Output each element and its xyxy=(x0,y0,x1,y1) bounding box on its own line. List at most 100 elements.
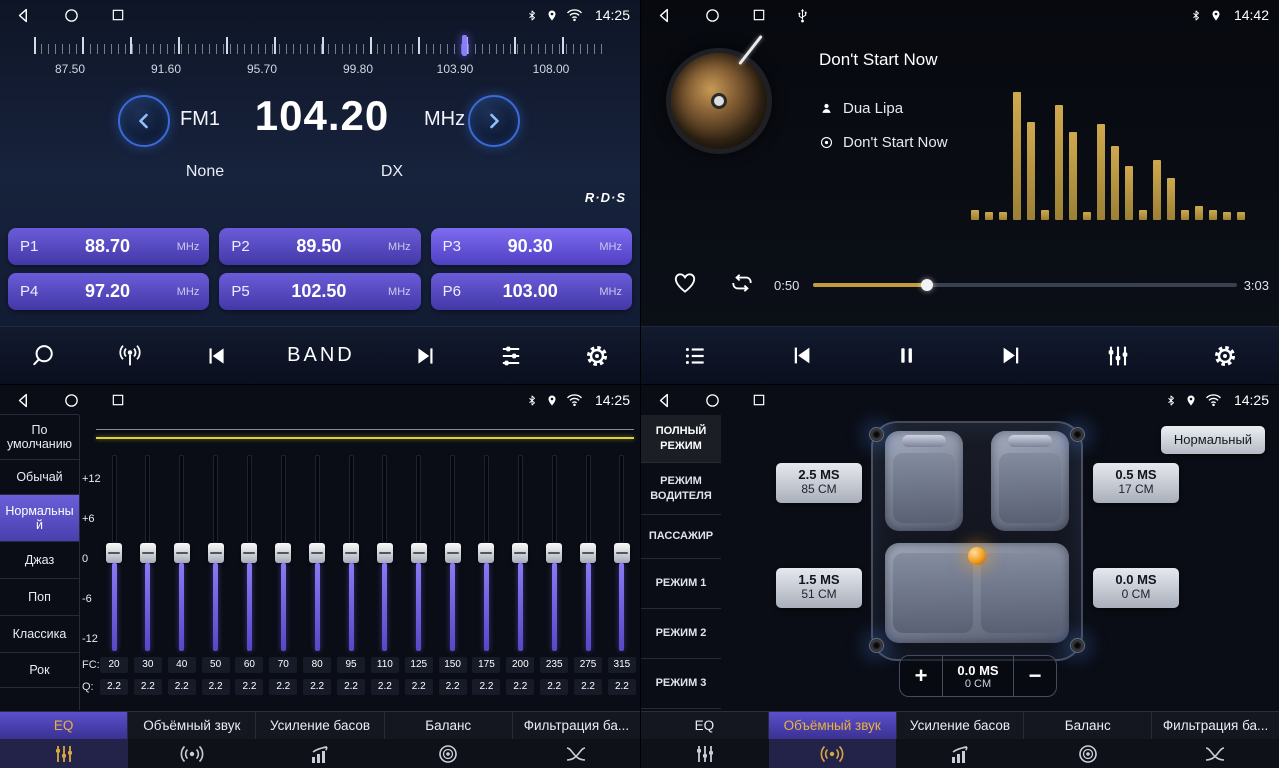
mode-passenger[interactable]: ПАССАЖИР xyxy=(641,515,721,559)
scan-icon[interactable] xyxy=(29,342,57,370)
mode-2[interactable]: РЕЖИМ 2 xyxy=(641,609,721,659)
broadcast-icon[interactable] xyxy=(115,342,145,370)
mixer-icon[interactable] xyxy=(1104,342,1132,370)
band-button[interactable]: BAND xyxy=(287,344,355,367)
tab-balance[interactable]: Баланс xyxy=(1024,712,1152,739)
favorite-heart-icon[interactable] xyxy=(671,270,699,301)
tab-surround-sound[interactable]: Объёмный звук xyxy=(769,712,897,739)
slider-knob[interactable] xyxy=(343,543,359,563)
balance-tab-icon[interactable] xyxy=(1024,739,1152,768)
increase-button[interactable]: + xyxy=(900,656,942,696)
eq-preset-jazz[interactable]: Джаз xyxy=(0,541,79,579)
previous-track-icon[interactable] xyxy=(203,343,229,369)
slider-knob[interactable] xyxy=(174,543,190,563)
filter-tab-icon[interactable] xyxy=(512,739,640,768)
eq-band-slider[interactable] xyxy=(337,449,365,657)
eq-band-slider[interactable] xyxy=(439,449,467,657)
rear-right-delay[interactable]: 0.0 MS0 CM xyxy=(1093,568,1179,608)
slider-knob[interactable] xyxy=(275,543,291,563)
front-left-delay[interactable]: 2.5 MS85 CM xyxy=(776,463,862,503)
slider-knob[interactable] xyxy=(140,543,156,563)
eq-band-slider[interactable] xyxy=(202,449,230,657)
home-icon[interactable] xyxy=(704,392,721,409)
slider-knob[interactable] xyxy=(377,543,393,563)
frequency-scale[interactable]: 87.50 91.60 95.70 99.80 103.90 108.00 xyxy=(0,34,640,80)
home-icon[interactable] xyxy=(63,7,80,24)
mode-3[interactable]: РЕЖИМ 3 xyxy=(641,659,721,709)
eq-preset-normal[interactable]: Нормальный xyxy=(0,494,79,542)
bass-tab-icon[interactable] xyxy=(896,739,1024,768)
balance-tab-icon[interactable] xyxy=(384,739,512,768)
eq-band-slider[interactable] xyxy=(574,449,602,657)
home-icon[interactable] xyxy=(704,7,721,24)
recents-icon[interactable] xyxy=(110,7,126,23)
front-right-delay[interactable]: 0.5 MS17 CM xyxy=(1093,463,1179,503)
next-track-icon[interactable] xyxy=(413,343,439,369)
settings-gear-icon[interactable] xyxy=(583,342,611,370)
tuning-indicator[interactable] xyxy=(462,35,467,56)
eq-tab-icon[interactable] xyxy=(641,739,769,768)
eq-preset-classic[interactable]: Классика xyxy=(0,615,79,653)
decrease-button[interactable]: − xyxy=(1014,656,1056,696)
eq-preset-default[interactable]: По умолчанию xyxy=(0,414,79,460)
settings-gear-icon[interactable] xyxy=(1211,342,1239,370)
progress-bar[interactable] xyxy=(813,283,1237,287)
back-icon[interactable] xyxy=(14,391,33,410)
mode-1[interactable]: РЕЖИМ 1 xyxy=(641,559,721,609)
eq-band-slider[interactable] xyxy=(506,449,534,657)
preset-p6[interactable]: P6103.00MHz xyxy=(431,273,632,310)
eq-band-slider[interactable] xyxy=(168,449,196,657)
front-right-speaker-icon[interactable] xyxy=(1070,427,1085,442)
eq-tab-icon[interactable] xyxy=(0,739,128,768)
tab-bass-boost[interactable]: Усиление басов xyxy=(256,712,384,739)
eq-band-slider[interactable] xyxy=(269,449,297,657)
tab-eq[interactable]: EQ xyxy=(0,712,128,739)
slider-knob[interactable] xyxy=(411,543,427,563)
eq-band-slider[interactable] xyxy=(371,449,399,657)
slider-knob[interactable] xyxy=(546,543,562,563)
eq-band-slider[interactable] xyxy=(540,449,568,657)
eq-band-slider[interactable] xyxy=(100,449,128,657)
repeat-icon[interactable] xyxy=(727,270,757,301)
rear-left-speaker-icon[interactable] xyxy=(869,638,884,653)
preset-p5[interactable]: P5102.50MHz xyxy=(219,273,420,310)
tune-up-button[interactable] xyxy=(468,95,520,147)
player-progress-knob[interactable] xyxy=(921,279,933,291)
back-icon[interactable] xyxy=(655,6,674,25)
mode-driver[interactable]: РЕЖИМ ВОДИТЕЛЯ xyxy=(641,463,721,515)
bass-tab-icon[interactable] xyxy=(256,739,384,768)
rear-left-delay[interactable]: 1.5 MS51 CM xyxy=(776,568,862,608)
preset-p4[interactable]: P497.20MHz xyxy=(8,273,209,310)
eq-band-slider[interactable] xyxy=(303,449,331,657)
eq-preset-custom[interactable]: Обычай xyxy=(0,459,79,495)
recents-icon[interactable] xyxy=(110,392,126,408)
preset-p1[interactable]: P188.70MHz xyxy=(8,228,209,265)
tab-balance[interactable]: Баланс xyxy=(385,712,513,739)
preset-p2[interactable]: P289.50MHz xyxy=(219,228,420,265)
rear-right-speaker-icon[interactable] xyxy=(1070,638,1085,653)
listening-position-marker[interactable] xyxy=(968,547,986,565)
preset-p3[interactable]: P390.30MHz xyxy=(431,228,632,265)
slider-knob[interactable] xyxy=(478,543,494,563)
tab-filtering[interactable]: Фильтрация ба... xyxy=(1152,712,1279,739)
front-left-speaker-icon[interactable] xyxy=(869,427,884,442)
slider-knob[interactable] xyxy=(614,543,630,563)
home-icon[interactable] xyxy=(63,392,80,409)
slider-knob[interactable] xyxy=(512,543,528,563)
profile-button[interactable]: Нормальный xyxy=(1161,426,1265,454)
eq-band-slider[interactable] xyxy=(405,449,433,657)
mode-full[interactable]: ПОЛНЫЙ РЕЖИМ xyxy=(641,415,721,463)
eq-preset-pop[interactable]: Поп xyxy=(0,578,79,616)
tune-down-button[interactable] xyxy=(118,95,170,147)
back-icon[interactable] xyxy=(655,391,674,410)
surround-tab-icon[interactable] xyxy=(128,739,256,768)
eq-band-slider[interactable] xyxy=(134,449,162,657)
surround-tab-icon[interactable] xyxy=(769,739,897,768)
eq-preset-rock[interactable]: Рок xyxy=(0,652,79,688)
filter-tab-icon[interactable] xyxy=(1151,739,1279,768)
tab-bass-boost[interactable]: Усиление басов xyxy=(897,712,1025,739)
slider-knob[interactable] xyxy=(309,543,325,563)
tab-eq[interactable]: EQ xyxy=(641,712,769,739)
slider-knob[interactable] xyxy=(106,543,122,563)
slider-knob[interactable] xyxy=(580,543,596,563)
